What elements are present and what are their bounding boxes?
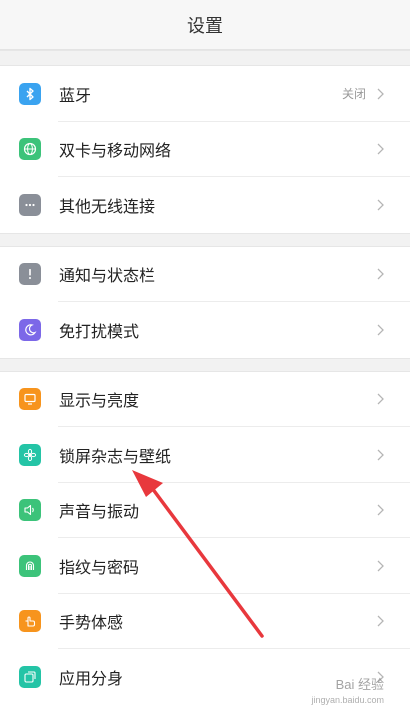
fingerprint-icon	[19, 554, 41, 577]
watermark-url: jingyan.baidu.com	[311, 695, 384, 705]
exclamation-icon	[19, 263, 41, 286]
settings-item-label: 应用分身	[59, 668, 124, 688]
chevron-right-icon	[377, 268, 384, 280]
section-divider	[0, 232, 410, 247]
settings-item-label: 免打扰模式	[59, 321, 140, 341]
chevron-right-icon	[377, 324, 384, 336]
hand-icon	[19, 610, 41, 633]
settings-item-label: 其他无线连接	[59, 196, 156, 216]
bluetooth-icon	[19, 82, 41, 105]
speaker-icon	[19, 499, 41, 522]
moon-icon	[19, 318, 41, 341]
app-clone-icon	[19, 665, 41, 688]
chevron-right-icon	[377, 88, 384, 100]
settings-item-bluetooth[interactable]: 蓝牙 关闭	[0, 66, 410, 122]
settings-item-other-wireless[interactable]: 其他无线连接	[0, 177, 410, 233]
settings-item-label: 蓝牙	[59, 85, 92, 105]
chevron-right-icon	[377, 143, 384, 155]
chevron-right-icon	[377, 504, 384, 516]
settings-item-label: 锁屏杂志与壁纸	[59, 446, 172, 466]
settings-item-lockscreen-wallpaper[interactable]: 锁屏杂志与壁纸	[0, 427, 410, 483]
settings-item-gestures[interactable]: 手势体感	[0, 593, 410, 649]
chevron-right-icon	[377, 199, 384, 211]
settings-group-connectivity: 蓝牙 关闭 双卡与移动网络 其他无线连接	[0, 66, 410, 233]
settings-item-dual-sim[interactable]: 双卡与移动网络	[0, 121, 410, 177]
chevron-right-icon	[377, 560, 384, 572]
more-dots-icon	[19, 193, 41, 216]
settings-item-sound[interactable]: 声音与振动	[0, 482, 410, 538]
settings-item-label: 通知与状态栏	[59, 266, 156, 286]
watermark-logo: Bai 经验	[335, 677, 384, 692]
settings-item-fingerprint[interactable]: 指纹与密码	[0, 538, 410, 594]
section-divider	[0, 50, 410, 66]
page-title: 设置	[187, 15, 223, 37]
settings-item-label: 声音与振动	[59, 502, 140, 522]
bluetooth-status: 关闭	[341, 87, 366, 102]
monitor-icon	[19, 388, 41, 411]
settings-group-personalization: 显示与亮度 锁屏杂志与壁纸 声音与振动 指纹与密码 手势体感 应用分身	[0, 371, 410, 705]
settings-item-label: 手势体感	[59, 613, 124, 633]
settings-item-label: 指纹与密码	[59, 557, 140, 577]
settings-item-label: 显示与亮度	[59, 391, 140, 411]
settings-item-notifications[interactable]: 通知与状态栏	[0, 246, 410, 302]
section-divider	[0, 357, 410, 372]
globe-icon	[19, 138, 41, 161]
chevron-right-icon	[377, 615, 384, 627]
chevron-right-icon	[377, 393, 384, 405]
flower-icon	[19, 443, 41, 466]
title-bar: 设置	[0, 0, 410, 50]
settings-item-do-not-disturb[interactable]: 免打扰模式	[0, 302, 410, 358]
settings-item-display[interactable]: 显示与亮度	[0, 371, 410, 427]
settings-group-notifications: 通知与状态栏 免打扰模式	[0, 246, 410, 358]
chevron-right-icon	[377, 449, 384, 461]
settings-item-label: 双卡与移动网络	[59, 141, 172, 161]
